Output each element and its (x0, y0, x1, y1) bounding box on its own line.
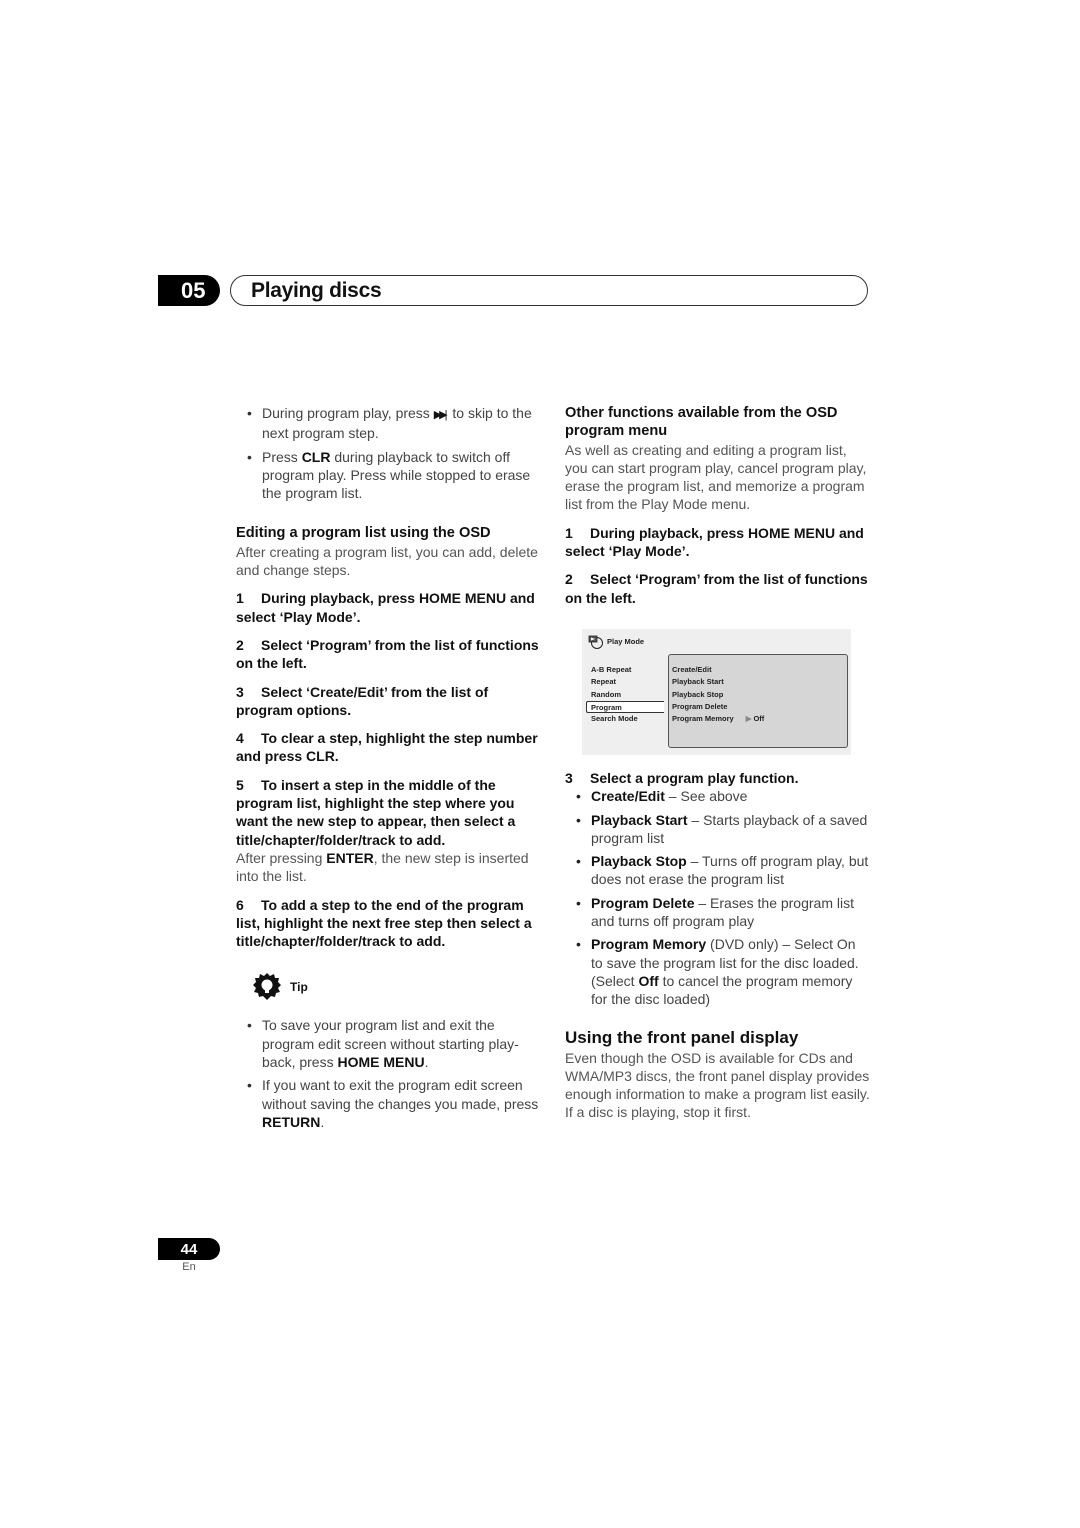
osd-title: Play Mode (588, 633, 644, 651)
function-item: Playback Stop – Turns off program play, … (565, 852, 870, 889)
key-name: CLR (301, 448, 331, 465)
step: 4 To clear a step, highlight the step num… (236, 729, 542, 766)
osd-option-item[interactable]: Playback Start (672, 676, 764, 688)
osd-option-item[interactable]: Program Memory ▶ Off (672, 713, 764, 725)
osd-screenshot: Play Mode A-B Repeat Repeat Random Progr… (582, 628, 851, 755)
step-text: During playback, press HOME MENU and sel… (565, 524, 864, 560)
play-mode-icon (588, 635, 603, 650)
function-name: Playback Start (591, 811, 688, 828)
osd-option-item[interactable]: Playback Stop (672, 689, 764, 701)
section-heading: Editing a program list using the OSD (236, 525, 491, 542)
step-text: During playback, press HOME MENU and sel… (236, 590, 535, 625)
left-column: During program play, press ▶▶| to skip t… (236, 404, 542, 1136)
step: 1 During playback, press HOME MENU and se… (236, 589, 542, 626)
tip-text: . (320, 1113, 325, 1130)
function-item: Program Delete – Erases the program list… (565, 894, 870, 931)
note-text: After pressing (236, 849, 327, 866)
step-text: To insert a step in the middle of the pr… (236, 776, 516, 848)
osd-option-item[interactable]: Program Delete (672, 701, 764, 713)
step-text: To add a step to the end of the program … (236, 896, 532, 950)
tip-label: Tip (290, 980, 308, 995)
osd-menu-item[interactable]: A-B Repeat (591, 664, 664, 676)
section-heading: Other functions available from the OSD p… (565, 405, 838, 440)
step: 5 To insert a step in the middle of the p… (236, 776, 542, 849)
step-number: 3 (236, 683, 244, 700)
function-item: Program Memory (DVD only) – Select On to… (565, 935, 870, 1008)
step-number: 3 (565, 769, 573, 786)
bullet-text: During program play, press (262, 405, 434, 421)
step-text: Select ‘Program’ from the list of functi… (565, 571, 868, 606)
list-item: During program play, press ▶▶| to skip t… (236, 404, 542, 443)
step: 6 To add a step to the end of the program… (236, 896, 542, 951)
chapter-number-badge: 05 (158, 275, 220, 306)
right-column: Other functions available from the OSD p… (565, 404, 870, 1122)
step-number: 5 (236, 776, 244, 793)
step-number: 2 (236, 636, 244, 653)
function-name: Create/Edit (591, 788, 665, 805)
step-text: Select ‘Create/Edit’ from the list of pr… (236, 683, 489, 718)
tip-item: To save your program list and exit the p… (236, 1016, 542, 1071)
step-text: Select ‘Program’ from the list of functi… (236, 636, 539, 672)
function-item: Playback Start – Starts playback of a sa… (565, 811, 870, 848)
bullet-text: Press (262, 448, 302, 465)
function-name: Program Memory (591, 936, 707, 953)
step: 2 Select ‘Program’ from the list of funct… (236, 636, 542, 673)
tip-text: . (424, 1054, 429, 1071)
osd-menu-item[interactable]: Search Mode (591, 713, 664, 725)
osd-option-label: Program Memory (672, 714, 734, 724)
key-name: RETURN (262, 1113, 321, 1130)
section-text: Even though the OSD is available for CDs… (565, 1049, 870, 1121)
step: 1 During playback, press HOME MENU and se… (565, 524, 870, 561)
tip-text: If you want to exit the program edit scr… (262, 1077, 539, 1112)
step: 3 Select ‘Create/Edit’ from the list of p… (236, 683, 542, 720)
step-number: 1 (236, 590, 244, 607)
key-name: HOME MENU (337, 1054, 425, 1071)
osd-menu-item[interactable]: Repeat (591, 676, 664, 688)
function-name: Playback Stop (591, 853, 687, 870)
skip-next-icon: ▶▶| (433, 409, 448, 421)
tip-item: If you want to exit the program edit scr… (236, 1076, 542, 1131)
osd-option-value: Off (753, 714, 765, 724)
key-name: Off (638, 972, 659, 989)
osd-menu-item-selected[interactable]: Program (586, 700, 664, 714)
step-number: 4 (236, 730, 244, 747)
key-name: ENTER (326, 849, 374, 866)
step: 2 Select ‘Program’ from the list of funct… (565, 570, 870, 607)
tip-header: Tip (252, 972, 542, 1002)
function-desc: – See above (664, 788, 748, 805)
step-number: 1 (565, 524, 573, 541)
step: 3 Select a program play function. (565, 769, 870, 787)
page-language: En (182, 1261, 196, 1273)
section-intro: As well as creating and editing a progra… (565, 441, 867, 513)
list-item: Press CLR during playback to switch off … (236, 448, 542, 503)
step-note: After pressing ENTER, the new step is in… (236, 849, 542, 886)
step-text: To clear a step, highlight the step numb… (236, 730, 538, 765)
triangle-right-icon: ▶ (745, 714, 752, 724)
section-heading: Using the front panel display (565, 1027, 799, 1047)
chapter-title-box: Playing discs (230, 275, 868, 306)
osd-title-text: Play Mode (607, 636, 645, 646)
osd-function-list: A-B Repeat Repeat Random Program Search … (586, 664, 664, 725)
step-number: 6 (236, 896, 244, 913)
chapter-title: Playing discs (251, 278, 382, 302)
step-number: 2 (565, 571, 573, 588)
osd-menu-item[interactable]: Random (591, 689, 664, 701)
lightbulb-icon (253, 973, 281, 1001)
step-text: Select a program play function. (590, 769, 799, 786)
function-item: Create/Edit – See above (565, 787, 870, 806)
osd-option-item[interactable]: Create/Edit (672, 664, 764, 676)
function-name: Program Delete (591, 894, 695, 911)
page-number: 44 (158, 1238, 220, 1260)
section-intro: After creating a program list, you can a… (236, 543, 538, 579)
osd-option-list: Create/Edit Playback Start Playback Stop… (672, 664, 764, 725)
